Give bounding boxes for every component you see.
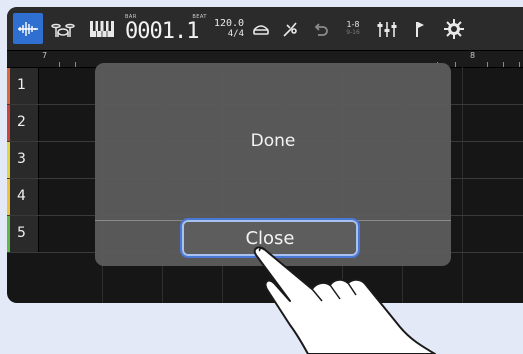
track-bank-secondary: 9-16 — [346, 29, 360, 36]
track-view-icon — [18, 21, 38, 36]
effects-icon — [283, 21, 297, 37]
track-number: 3 — [17, 151, 26, 167]
time-signature: 4/4 — [227, 29, 244, 39]
settings-gear-icon — [444, 18, 464, 39]
undo-button[interactable] — [309, 13, 333, 44]
marker-icon — [416, 21, 424, 37]
pointing-hand-icon — [253, 246, 436, 354]
track-label[interactable]: 3 — [7, 142, 39, 178]
track-bank-primary: 1-8 — [346, 20, 360, 29]
record-target-icon — [253, 24, 269, 35]
track-label[interactable]: 5 — [7, 216, 39, 252]
toolbar: BAR BEAT 0001.1 120.0 4/4 1-8 9-16 — [7, 7, 523, 51]
ruler-mark: 8 — [470, 51, 476, 60]
track-view-button[interactable] — [13, 13, 43, 44]
track-label[interactable]: 4 — [7, 179, 39, 215]
position-counter[interactable]: BAR BEAT 0001.1 — [125, 13, 211, 44]
ruler-mark: 7 — [42, 51, 48, 60]
track-number: 4 — [17, 188, 26, 204]
piano-keys-icon — [90, 20, 114, 37]
track-label[interactable]: 2 — [7, 105, 39, 141]
effects-button[interactable] — [279, 13, 303, 44]
record-target-button[interactable] — [249, 13, 273, 44]
mixer-button[interactable] — [374, 13, 400, 44]
track-bank-button[interactable]: 1-8 9-16 — [338, 13, 368, 44]
counter-value: 0001.1 — [125, 19, 199, 44]
marker-button[interactable] — [409, 13, 431, 44]
tempo-display[interactable]: 120.0 4/4 — [212, 13, 246, 44]
track-number: 2 — [17, 114, 26, 130]
track-number: 5 — [17, 225, 26, 241]
undo-icon — [314, 22, 328, 36]
keyboard-button[interactable] — [84, 13, 120, 44]
drum-kit-icon — [51, 23, 75, 37]
settings-button[interactable] — [439, 13, 469, 44]
track-label[interactable]: 1 — [7, 68, 39, 104]
completion-dialog: Done Close — [95, 63, 451, 266]
tempo-value: 120.0 — [213, 18, 245, 29]
dialog-message: Done — [250, 131, 296, 151]
drum-pad-button[interactable] — [47, 13, 79, 44]
track-number: 1 — [17, 77, 26, 93]
mixer-icon — [377, 21, 397, 37]
